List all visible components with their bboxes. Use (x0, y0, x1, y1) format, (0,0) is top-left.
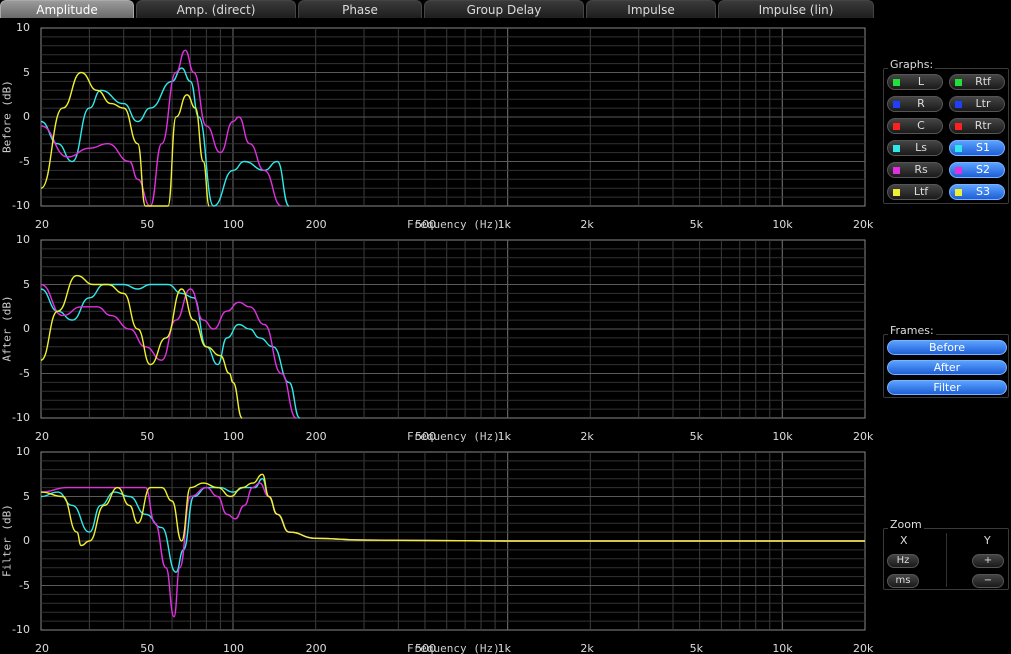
zoom-out-button[interactable]: − (972, 574, 1004, 588)
tab-amplitude[interactable]: Amplitude (0, 0, 134, 18)
color-swatch-icon (893, 101, 900, 108)
y-tick-label: -5 (19, 154, 30, 168)
zoom-divider (946, 533, 947, 587)
x-tick-label: 5k (689, 642, 703, 654)
x-tick-label: 20 (35, 642, 49, 654)
tab-bar: Amplitude Amp. (direct) Phase Group Dela… (0, 0, 876, 18)
graph-toggle-s2[interactable]: S2 (949, 162, 1005, 178)
x-tick-label: 100 (222, 642, 244, 654)
tab-impulse-lin[interactable]: Impulse (lin) (718, 0, 874, 18)
color-swatch-icon (955, 145, 962, 152)
tab-amp-direct[interactable]: Amp. (direct) (136, 0, 296, 18)
graph-toggle-label: Rtr (974, 119, 992, 132)
plot-canvas (40, 451, 866, 631)
y-tick-label: -10 (12, 199, 30, 212)
zoom-y-label: Y (984, 534, 991, 547)
y-tick-label: 5 (23, 277, 30, 291)
plot-canvas (40, 239, 866, 419)
color-swatch-icon (893, 145, 900, 152)
graph-toggle-label: S1 (976, 141, 990, 154)
graph-toggle-rtf[interactable]: Rtf (949, 74, 1005, 90)
frames-group: Frames: Before After Filter (883, 324, 1009, 398)
graph-toggle-label: Ltr (975, 97, 991, 110)
graph-toggle-label: L (917, 75, 925, 88)
graph-toggle-ltf[interactable]: Ltf (887, 184, 943, 200)
y-tick-label: 5 (23, 65, 30, 79)
after-plot[interactable]: After (dB) 10 5 0 -5 -10 20 50 100 200 500 1k 2k 5k 10… (0, 230, 876, 443)
y-tick-label: 10 (16, 233, 30, 246)
color-swatch-icon (955, 167, 962, 174)
graph-toggle-ltr[interactable]: Ltr (949, 96, 1005, 112)
graph-toggle-label: C (917, 119, 925, 132)
x-tick-label: 2k (580, 642, 594, 654)
zoom-title: Zoom (888, 518, 924, 531)
tab-phase[interactable]: Phase (298, 0, 422, 18)
zoom-in-button[interactable]: + (972, 554, 1004, 568)
x-tick-label: 200 (305, 642, 327, 654)
y-tick-label: 0 (23, 534, 30, 547)
graph-toggle-s1[interactable]: S1 (949, 140, 1005, 156)
graph-toggle-l[interactable]: L (887, 74, 943, 90)
graphs-group: Graphs: L Rtf R Ltr C Rtr Ls S1 Rs S2 Ltf S3 (883, 58, 1009, 204)
zoom-x-label: X (900, 534, 908, 547)
x-tick-label: 10k (772, 642, 793, 654)
y-tick-label: -10 (12, 411, 30, 424)
y-tick-label: 10 (16, 445, 30, 458)
frame-before-button[interactable]: Before (887, 340, 1007, 355)
color-swatch-icon (893, 123, 900, 130)
x-axis-title: Frequency (Hz) (407, 642, 500, 654)
before-plot[interactable]: Before (dB) 10 5 0 -5 -10 20 50 100 200 500 1k 2k 5k 1… (0, 18, 876, 231)
y-tick-label: -10 (12, 623, 30, 636)
graph-toggle-c[interactable]: C (887, 118, 943, 134)
graph-toggle-rs[interactable]: Rs (887, 162, 943, 178)
graph-toggle-ls[interactable]: Ls (887, 140, 943, 156)
x-tick-label: 50 (140, 642, 155, 654)
y-tick-label: -5 (19, 366, 30, 380)
frames-title: Frames: (888, 324, 936, 337)
frame-after-button[interactable]: After (887, 360, 1007, 375)
color-swatch-icon (893, 167, 900, 174)
graph-toggle-label: Rs (914, 163, 928, 176)
color-swatch-icon (955, 101, 962, 108)
y-tick-label: 10 (16, 21, 30, 34)
color-swatch-icon (893, 189, 900, 196)
y-tick-label: 0 (23, 110, 30, 123)
color-swatch-icon (955, 189, 962, 196)
zoom-group: Zoom X Y Hz ms + − (883, 518, 1009, 590)
graph-toggle-label: Ltf (913, 185, 929, 198)
filter-plot[interactable]: Filter (dB) 10 5 0 -5 -10 20 50 100 200 500 1k 2k 5k 1… (0, 442, 876, 654)
x-tick-label: 20k (853, 642, 874, 654)
color-swatch-icon (893, 79, 900, 86)
frame-filter-button[interactable]: Filter (887, 380, 1007, 395)
tab-impulse[interactable]: Impulse (586, 0, 716, 18)
graph-toggle-s3[interactable]: S3 (949, 184, 1005, 200)
graph-toggle-label: S3 (976, 185, 990, 198)
zoom-ms-button[interactable]: ms (887, 574, 919, 588)
graph-toggle-label: R (917, 97, 925, 110)
zoom-hz-button[interactable]: Hz (887, 554, 919, 568)
color-swatch-icon (955, 123, 962, 130)
graphs-title: Graphs: (888, 58, 936, 71)
plot-canvas (40, 27, 866, 207)
tab-group-delay[interactable]: Group Delay (424, 0, 584, 18)
graph-toggle-r[interactable]: R (887, 96, 943, 112)
color-swatch-icon (955, 79, 962, 86)
graph-toggle-label: S2 (976, 163, 990, 176)
graph-toggle-label: Ls (915, 141, 927, 154)
graph-toggle-rtr[interactable]: Rtr (949, 118, 1005, 134)
y-tick-label: -5 (19, 578, 30, 592)
y-tick-label: 0 (23, 322, 30, 335)
graph-toggle-label: Rtf (975, 75, 991, 88)
y-tick-label: 5 (23, 489, 30, 503)
